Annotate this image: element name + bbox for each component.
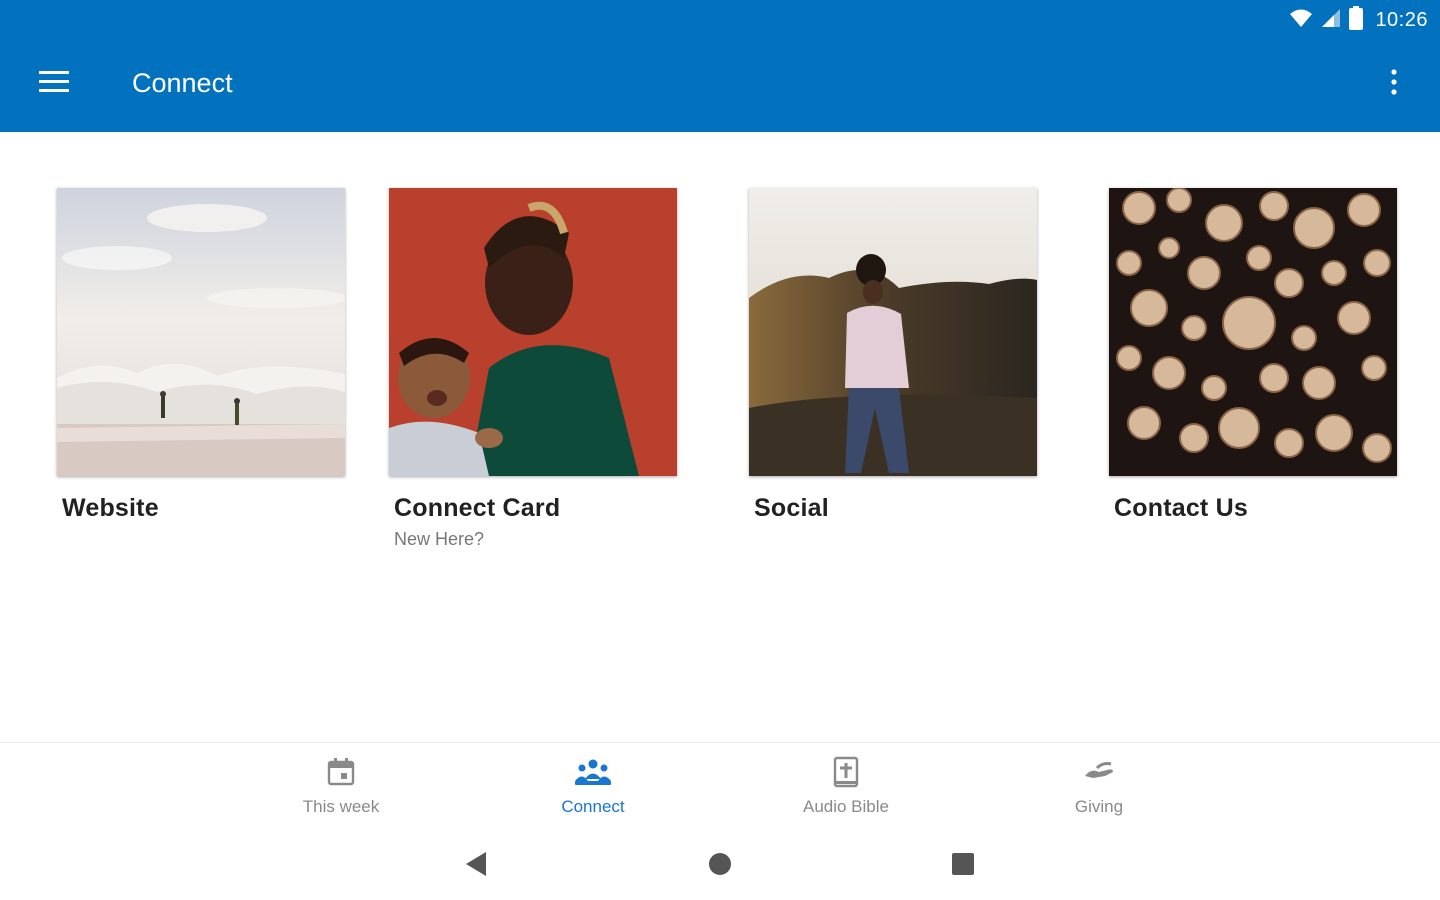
card-title: Connect Card: [394, 494, 561, 522]
nav-label: Connect: [561, 797, 625, 816]
page-title: Connect: [132, 68, 233, 98]
calendar-icon: [326, 757, 356, 792]
home-icon: [708, 852, 732, 881]
people-group-icon: [574, 757, 612, 792]
card-social[interactable]: Social: [749, 188, 1039, 523]
card-subtitle: New Here?: [394, 529, 485, 549]
card-title: Website: [62, 494, 159, 522]
more-vert-icon: [1390, 68, 1398, 100]
menu-button[interactable]: [32, 66, 76, 102]
card-title: Social: [754, 494, 829, 522]
nav-item-connect[interactable]: Connect: [513, 757, 673, 817]
back-icon: [464, 851, 488, 882]
nav-item-giving[interactable]: Giving: [1019, 757, 1179, 817]
recents-button[interactable]: [943, 846, 983, 886]
status-bar: 10:26: [1289, 5, 1428, 35]
father-and-baby-photo: [389, 188, 677, 476]
system-navigation-bar: [0, 832, 1440, 900]
bottom-navigation: This week Connect Audio Bible Giving: [0, 742, 1440, 833]
bible-icon: [832, 756, 860, 793]
nav-label: Audio Bible: [802, 797, 889, 816]
nav-item-audio-bible[interactable]: Audio Bible: [766, 756, 926, 817]
card-website[interactable]: Website: [57, 188, 347, 523]
nav-item-this-week[interactable]: This week: [261, 757, 421, 817]
battery-icon: [1349, 5, 1364, 35]
beach-waves-photo: [57, 188, 345, 476]
recents-icon: [951, 852, 975, 881]
status-time: 10:26: [1375, 8, 1428, 31]
back-button[interactable]: [456, 846, 496, 886]
signal-icon: [1321, 8, 1341, 33]
nav-label: This week: [302, 797, 380, 816]
card-contact-us[interactable]: Contact Us: [1109, 188, 1399, 523]
woman-on-hill-photo: [749, 188, 1037, 476]
home-button[interactable]: [700, 846, 740, 886]
hamburger-menu-icon: [39, 70, 69, 98]
log-stack-photo: [1109, 188, 1397, 476]
giving-hand-icon: [1083, 760, 1115, 789]
app-bar: 10:26 Connect: [0, 0, 1440, 132]
wifi-icon: [1289, 8, 1313, 33]
overflow-menu-button[interactable]: [1376, 66, 1412, 102]
card-title: Contact Us: [1114, 494, 1248, 522]
nav-label: Giving: [1074, 797, 1124, 816]
card-connect-card[interactable]: Connect Card New Here?: [389, 188, 679, 550]
